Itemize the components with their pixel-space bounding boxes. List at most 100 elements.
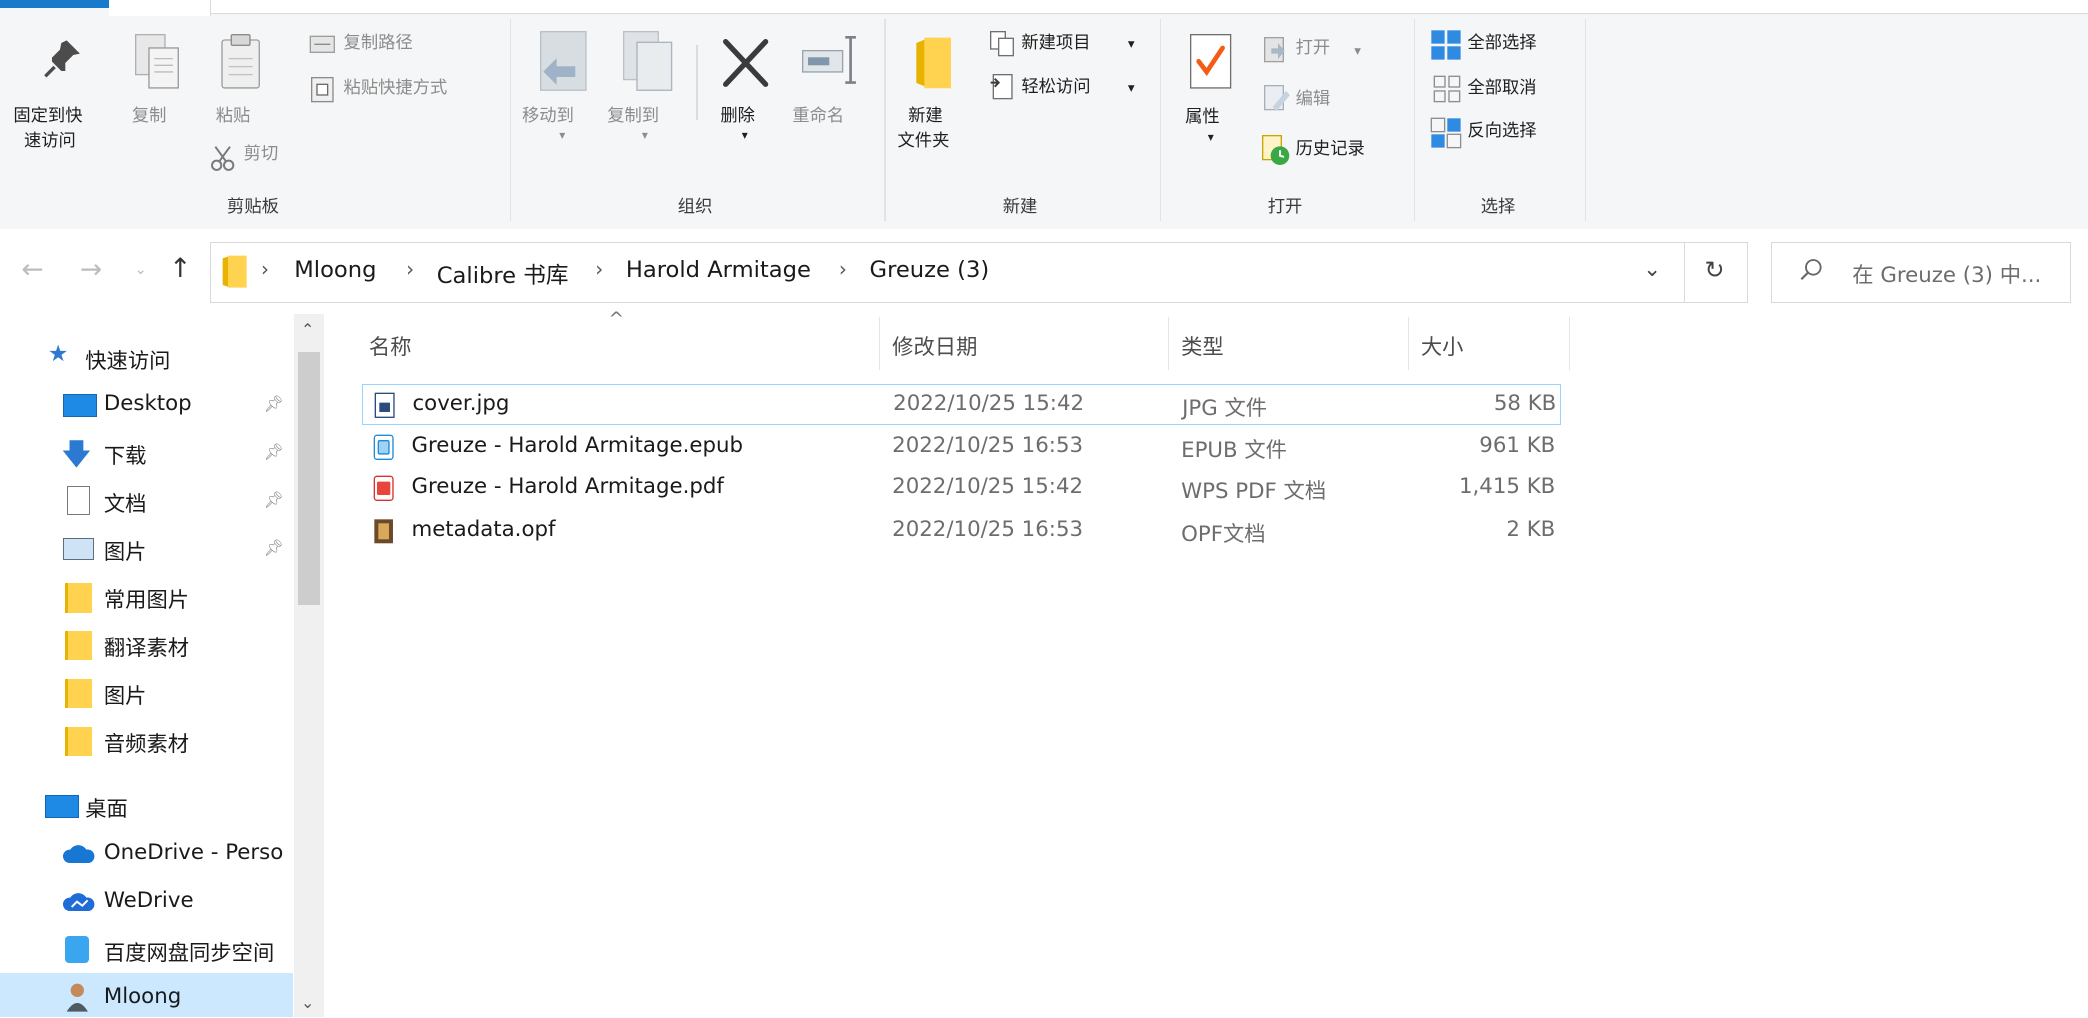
column-separator[interactable]: [1568, 316, 1570, 371]
edit-icon: [1264, 84, 1291, 111]
file-row-metadata-opf[interactable]: metadata.opf 2022/10/25 16:53 OPF文档 2 KB: [362, 510, 1560, 551]
nav-folder-audio[interactable]: 音频素材: [0, 716, 293, 764]
history-icon: [1261, 135, 1289, 166]
pin-icon: 📌︎: [263, 394, 284, 414]
select-none-button[interactable]: 全部取消: [1467, 76, 1536, 101]
paste-button[interactable]: 粘贴: [216, 104, 251, 129]
nav-folder-translation[interactable]: 翻译素材: [0, 621, 293, 669]
file-row-cover-jpg[interactable]: cover.jpg 2022/10/25 15:42 JPG 文件 58 KB: [362, 383, 1561, 425]
file-row-epub[interactable]: Greuze - Harold Armitage.epub 2022/10/25…: [362, 426, 1560, 467]
ribbon-separator: [510, 18, 512, 222]
nav-documents[interactable]: 文档 📌︎: [0, 477, 293, 525]
rename-icon: [802, 35, 857, 84]
column-header-size[interactable]: 大小: [1421, 330, 1464, 361]
nav-desktop-root[interactable]: 桌面: [0, 782, 293, 830]
up-arrow-icon[interactable]: ↑: [169, 253, 191, 284]
column-header-date[interactable]: 修改日期: [892, 330, 977, 361]
properties-icon: [1189, 33, 1232, 89]
breadcrumb-chevron-icon[interactable]: ›: [406, 257, 414, 281]
delete-dropdown-icon[interactable]: ▾: [742, 123, 748, 148]
new-folder-button[interactable]: 新建 文件夹: [898, 104, 950, 155]
file-type: EPUB 文件: [1181, 437, 1287, 463]
nav-folder-common-pictures[interactable]: 常用图片: [0, 573, 293, 621]
breadcrumb-greuze[interactable]: Greuze (3): [870, 257, 990, 283]
breadcrumb-chevron-icon[interactable]: ›: [839, 257, 847, 281]
pin-icon: 📌︎: [263, 442, 284, 462]
breadcrumb-chevron-icon[interactable]: ›: [261, 257, 269, 281]
properties-dropdown-icon[interactable]: ▾: [1208, 125, 1214, 150]
delete-button[interactable]: 删除: [720, 104, 755, 129]
nav-user-mloong[interactable]: Mloong: [0, 973, 293, 1018]
breadcrumb-calibre-library[interactable]: Calibre 书库: [437, 257, 569, 290]
ribbon-separator: [884, 18, 886, 222]
nav-folder-pictures[interactable]: 图片: [0, 668, 293, 716]
new-folder-icon: [916, 37, 951, 88]
sort-ascending-icon: ^: [608, 308, 625, 330]
properties-button[interactable]: 属性: [1185, 105, 1220, 130]
cut-button[interactable]: 剪切: [244, 142, 279, 167]
column-separator[interactable]: [1407, 316, 1409, 371]
easy-access-button[interactable]: 轻松访问: [1021, 75, 1090, 100]
select-none-icon: [1433, 75, 1461, 102]
user-icon: [66, 984, 88, 1013]
nav-scrollbar-thumb[interactable]: [298, 351, 320, 605]
column-header-name[interactable]: 名称: [369, 330, 412, 361]
nav-onedrive[interactable]: OneDrive - Perso: [0, 830, 293, 878]
file-size: 961 KB: [1479, 432, 1556, 458]
forward-arrow-icon[interactable]: →: [80, 254, 102, 285]
scroll-down-icon[interactable]: ⌄: [301, 993, 314, 1012]
scroll-up-icon[interactable]: ⌃: [301, 320, 314, 339]
nav-baidu-netdisk[interactable]: 百度网盘同步空间: [0, 925, 293, 973]
file-tab[interactable]: [0, 0, 110, 8]
pin-quick-access-button[interactable]: 固定到快 速访问: [13, 104, 82, 155]
breadcrumb-mloong[interactable]: Mloong: [294, 257, 376, 283]
open-dropdown-icon[interactable]: ▾: [1354, 39, 1361, 64]
edit-button[interactable]: 编辑: [1296, 87, 1331, 112]
nav-wedrive[interactable]: WeDrive: [0, 878, 293, 926]
file-date: 2022/10/25 16:53: [892, 432, 1084, 458]
address-history-chevron-down-icon[interactable]: ⌄: [1643, 257, 1661, 282]
file-size: 58 KB: [1493, 391, 1557, 417]
recent-locations-chevron-icon[interactable]: ⌄: [134, 261, 146, 278]
organize-divider: [696, 45, 698, 120]
select-all-button[interactable]: 全部选择: [1467, 31, 1536, 56]
file-row-pdf[interactable]: Greuze - Harold Armitage.pdf 2022/10/25 …: [362, 467, 1560, 508]
nav-quick-access[interactable]: ★ 快速访问: [0, 333, 293, 381]
new-group-label: 新建: [1002, 196, 1038, 217]
new-item-dropdown-icon[interactable]: ▾: [1128, 32, 1135, 57]
column-header-type[interactable]: 类型: [1181, 330, 1224, 361]
new-item-button[interactable]: 新建项目: [1021, 31, 1090, 56]
home-tab[interactable]: [109, 0, 212, 16]
column-separator[interactable]: [1167, 316, 1170, 371]
easy-access-dropdown-icon[interactable]: ▾: [1128, 76, 1135, 101]
copy-to-dropdown-icon[interactable]: ▾: [642, 123, 648, 148]
file-explorer-window: 固定到快 速访问 复制 粘贴 复制路径 粘贴快捷方式 剪切 剪贴板 移动到 ▾: [0, 0, 2088, 1018]
back-arrow-icon[interactable]: ←: [21, 254, 43, 285]
copy-icon: [135, 33, 180, 89]
rename-button[interactable]: 重命名: [792, 104, 844, 129]
nav-pictures[interactable]: 图片 📌︎: [0, 525, 293, 573]
move-to-dropdown-icon[interactable]: ▾: [559, 123, 565, 148]
paste-shortcut-button[interactable]: 粘贴快捷方式: [344, 76, 448, 101]
invert-selection-button[interactable]: 反向选择: [1467, 119, 1536, 144]
copy-to-button[interactable]: 复制到: [607, 104, 659, 129]
copy-to-icon: [622, 31, 672, 92]
history-button[interactable]: 历史记录: [1296, 137, 1365, 162]
cut-icon: [211, 145, 235, 171]
folder-icon: [65, 631, 93, 661]
ribbon-separator: [1159, 18, 1162, 222]
open-button[interactable]: 打开: [1296, 36, 1331, 61]
wedrive-cloud-icon: [63, 892, 95, 911]
breadcrumb-chevron-icon[interactable]: ›: [595, 257, 603, 281]
move-to-button[interactable]: 移动到: [522, 104, 574, 129]
nav-downloads[interactable]: 🡇 下载 📌︎: [0, 429, 293, 477]
copy-button[interactable]: 复制: [132, 104, 167, 129]
move-to-icon: [539, 31, 587, 92]
invert-selection-icon: [1430, 117, 1462, 149]
breadcrumb-harold-armitage[interactable]: Harold Armitage: [626, 257, 811, 283]
nav-desktop[interactable]: Desktop 📌︎: [0, 381, 293, 429]
column-separator[interactable]: [878, 316, 881, 371]
copy-path-button[interactable]: 复制路径: [344, 31, 413, 56]
ribbon-separator: [1414, 18, 1416, 222]
star-icon: ★: [47, 340, 69, 367]
